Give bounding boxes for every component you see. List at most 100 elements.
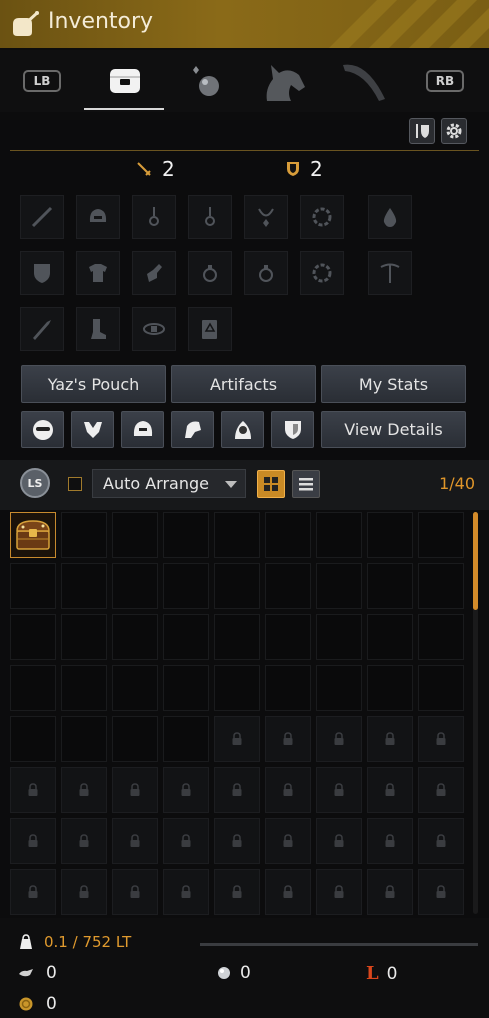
inventory-slot[interactable] [163,716,209,762]
locked-slot[interactable] [163,818,209,864]
artifacts-button[interactable]: Artifacts [171,365,316,403]
inventory-slot[interactable] [265,512,311,558]
equipment-toggle-button[interactable] [409,118,435,144]
tab-horse[interactable] [255,50,311,112]
locked-slot[interactable] [367,818,413,864]
tab-tools[interactable] [336,50,392,112]
locked-slot[interactable] [367,767,413,813]
slot-gloves[interactable] [132,251,176,295]
locked-slot[interactable] [61,767,107,813]
inventory-slot[interactable] [10,563,56,609]
locked-slot[interactable] [10,869,56,915]
hide-helmet-visor-button[interactable] [171,411,214,448]
locked-slot[interactable] [163,767,209,813]
locked-slot[interactable] [214,869,260,915]
inventory-slot[interactable] [316,614,362,660]
locked-slot[interactable] [10,818,56,864]
slot-sub-weapon[interactable] [20,251,64,295]
slot-shoes[interactable] [76,307,120,351]
locked-slot[interactable] [214,818,260,864]
locked-slot[interactable] [418,818,464,864]
hide-shield-button[interactable] [271,411,314,448]
scrollbar-thumb[interactable] [473,512,478,610]
inventory-slot[interactable] [10,716,56,762]
inventory-slot[interactable] [214,563,260,609]
inventory-slot[interactable] [367,512,413,558]
inventory-slot[interactable] [61,563,107,609]
locked-slot[interactable] [418,716,464,762]
inventory-slot[interactable] [265,614,311,660]
inventory-slot[interactable] [367,563,413,609]
locked-slot[interactable] [316,818,362,864]
inventory-slot[interactable] [316,665,362,711]
hide-hood-button[interactable] [221,411,264,448]
locked-slot[interactable] [316,716,362,762]
hide-underwear-button[interactable] [71,411,114,448]
locked-slot[interactable] [418,767,464,813]
inventory-slot[interactable] [10,665,56,711]
view-details-button[interactable]: View Details [321,411,466,448]
settings-button[interactable] [441,118,467,144]
inventory-slot[interactable] [316,512,362,558]
slot-ring-left[interactable] [188,251,232,295]
inventory-slot[interactable] [367,665,413,711]
slot-awakening-weapon[interactable] [20,307,64,351]
lb-button[interactable]: LB [22,50,62,112]
inventory-slot[interactable] [61,614,107,660]
locked-slot[interactable] [163,869,209,915]
inventory-slot[interactable] [112,563,158,609]
slot-tool[interactable] [368,251,412,295]
auto-arrange-checkbox[interactable] [68,477,82,491]
yaz-pouch-button[interactable]: Yaz's Pouch [21,365,166,403]
slot-crystal[interactable] [368,195,412,239]
inventory-slot[interactable] [112,614,158,660]
tab-bag[interactable] [100,50,150,112]
locked-slot[interactable] [112,818,158,864]
inventory-slot[interactable] [316,563,362,609]
inventory-slot[interactable] [163,563,209,609]
inventory-slot[interactable] [367,614,413,660]
slot-ring-right[interactable] [244,251,288,295]
locked-slot[interactable] [316,767,362,813]
slot-earring-right[interactable] [188,195,232,239]
inventory-slot[interactable] [265,665,311,711]
slot-book[interactable] [188,307,232,351]
inventory-slot[interactable] [112,665,158,711]
inventory-slot[interactable] [418,614,464,660]
locked-slot[interactable] [265,716,311,762]
locked-slot[interactable] [367,716,413,762]
inventory-slot[interactable] [112,512,158,558]
hide-helmet-button[interactable] [121,411,164,448]
locked-slot[interactable] [10,767,56,813]
tab-pearl[interactable] [183,50,227,112]
inventory-slot[interactable] [214,665,260,711]
locked-slot[interactable] [418,869,464,915]
inventory-slot[interactable] [418,563,464,609]
inventory-slot[interactable] [10,614,56,660]
inventory-slot[interactable] [418,512,464,558]
slot-earring-left[interactable] [132,195,176,239]
locked-slot[interactable] [265,818,311,864]
grid-view-button[interactable] [257,470,285,498]
locked-slot[interactable] [61,818,107,864]
locked-slot[interactable] [112,869,158,915]
locked-slot[interactable] [214,767,260,813]
locked-slot[interactable] [265,869,311,915]
inventory-slot[interactable] [265,563,311,609]
inventory-slot[interactable] [112,716,158,762]
inventory-slot-treasure-chest[interactable] [10,512,56,558]
list-view-button[interactable] [292,470,320,498]
inventory-slot[interactable] [163,512,209,558]
locked-slot[interactable] [265,767,311,813]
slot-belt[interactable] [132,307,176,351]
hide-mask-button[interactable] [21,411,64,448]
locked-slot[interactable] [214,716,260,762]
slot-helmet[interactable] [76,195,120,239]
inventory-slot[interactable] [163,614,209,660]
slot-armor[interactable] [76,251,120,295]
arrange-dropdown[interactable]: Auto Arrange [92,469,246,498]
slot-alchemy-stone[interactable] [300,195,344,239]
inventory-slot[interactable] [61,512,107,558]
inventory-slot[interactable] [214,614,260,660]
inventory-slot[interactable] [61,665,107,711]
